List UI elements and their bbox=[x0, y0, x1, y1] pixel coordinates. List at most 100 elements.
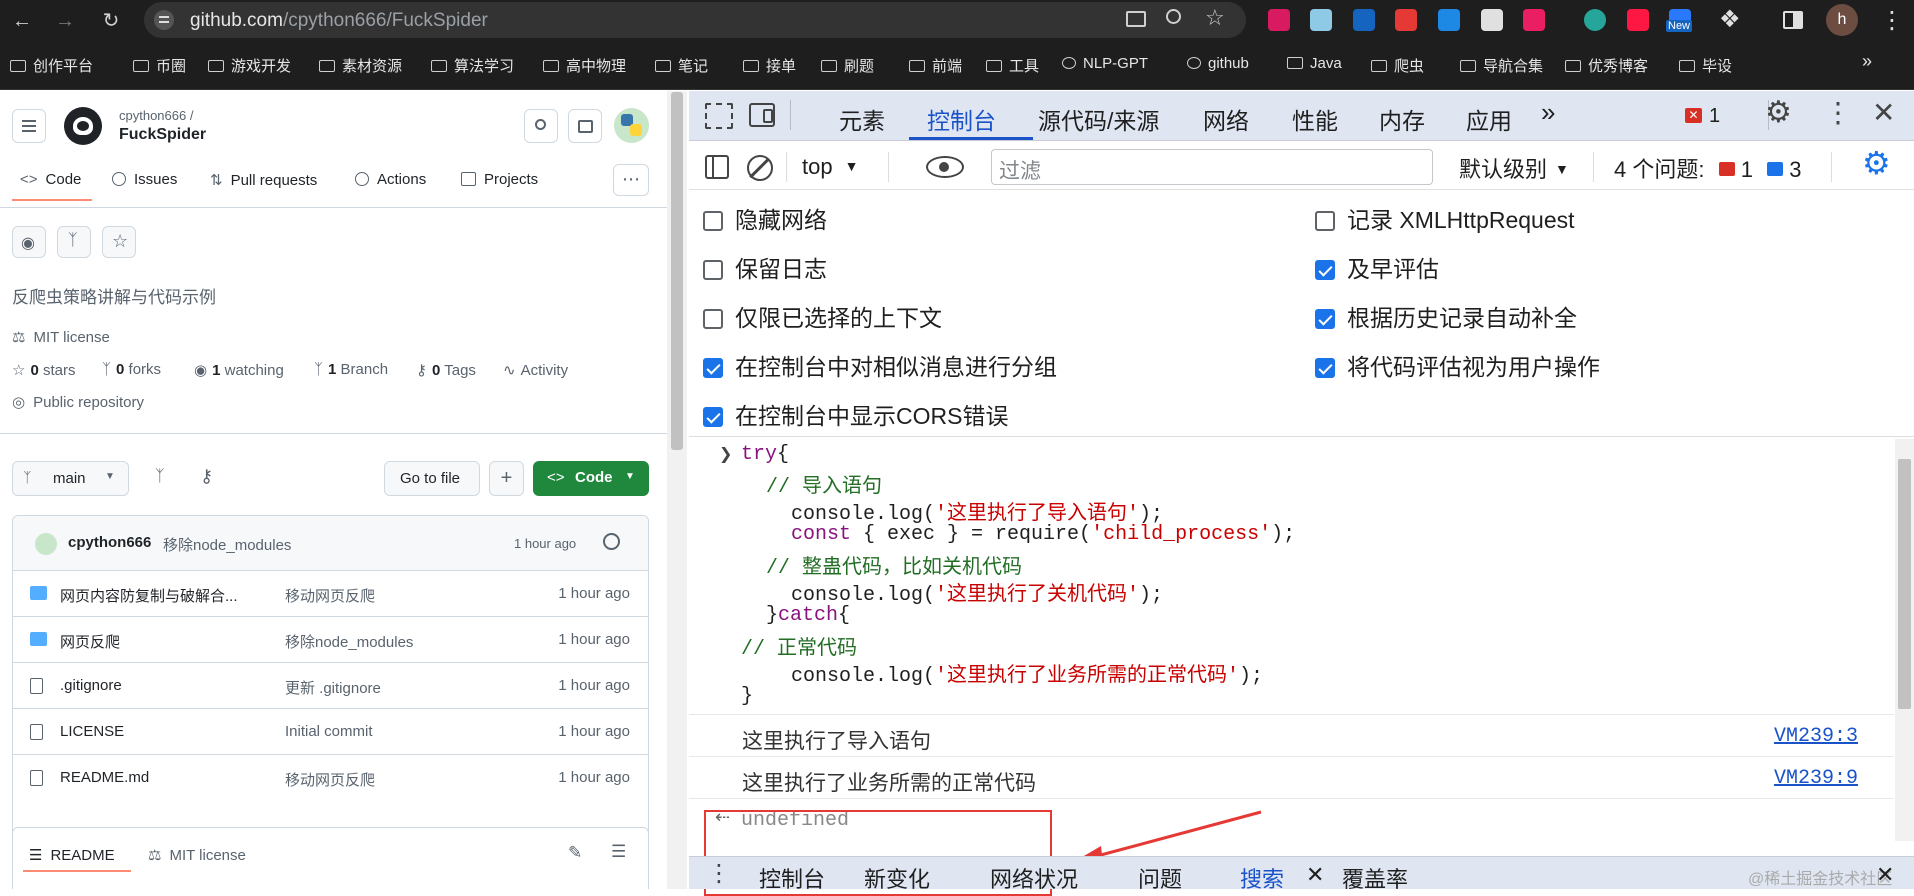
setting-selected-context-only[interactable]: 仅限已选择的上下文 bbox=[703, 299, 942, 333]
setting-hide-network[interactable]: 隐藏网络 bbox=[703, 201, 827, 235]
file-commit-message[interactable]: 移动网页反爬 bbox=[285, 585, 375, 606]
settings-gear-icon[interactable]: ⚙ bbox=[1765, 95, 1792, 130]
menu-kebab-icon[interactable]: ⋮ bbox=[1880, 6, 1904, 35]
stars-link[interactable]: ☆ 0 stars bbox=[12, 361, 75, 379]
close-devtools-icon[interactable]: ✕ bbox=[1872, 96, 1895, 129]
bookmark-link[interactable]: NLP-GPT bbox=[1062, 55, 1148, 72]
extension-icon-1[interactable] bbox=[1268, 9, 1290, 31]
bookmark-folder[interactable]: 导航合集 bbox=[1460, 55, 1543, 76]
file-commit-message[interactable]: Initial commit bbox=[285, 723, 373, 740]
context-selector[interactable]: top ▼ bbox=[802, 154, 858, 180]
drawer-tab-changes[interactable]: 新变化 bbox=[864, 862, 930, 894]
setting-treat-eval-as-user[interactable]: 将代码评估视为用户操作 bbox=[1315, 348, 1600, 382]
extension-icon-6[interactable] bbox=[1481, 9, 1503, 31]
setting-preserve-log[interactable]: 保留日志 bbox=[703, 250, 827, 284]
tab-pull-requests[interactable]: ⇅ Pull requests bbox=[210, 171, 317, 189]
bookmark-folder[interactable]: 创作平台 bbox=[10, 55, 93, 76]
setting-eager-evaluation[interactable]: 及早评估 bbox=[1315, 250, 1439, 284]
tab-issues[interactable]: Issues bbox=[112, 171, 177, 188]
checkbox[interactable] bbox=[1315, 211, 1335, 231]
fork-button[interactable]: ᛉ bbox=[57, 226, 91, 258]
tags-link[interactable]: ⚷ 0 Tags bbox=[416, 361, 476, 379]
extension-icon-5[interactable] bbox=[1438, 9, 1460, 31]
repo-name[interactable]: FuckSpider bbox=[119, 126, 206, 144]
extension-icon-7[interactable] bbox=[1523, 9, 1545, 31]
commit-message[interactable]: 移除node_modules bbox=[163, 534, 291, 555]
code-dropdown-button[interactable]: <> Code ▼ bbox=[533, 461, 649, 496]
bookmark-folder[interactable]: 前端 bbox=[909, 55, 962, 76]
tab-memory[interactable]: 内存 bbox=[1379, 102, 1425, 136]
checkbox[interactable] bbox=[703, 358, 723, 378]
extension-icon-8[interactable] bbox=[1584, 9, 1606, 31]
bookmark-folder[interactable]: 高中物理 bbox=[543, 55, 626, 76]
branches-icon[interactable]: ᛉ bbox=[155, 468, 165, 486]
inspect-element-icon[interactable] bbox=[705, 103, 733, 129]
table-row[interactable]: README.md 移动网页反爬 1 hour ago bbox=[13, 754, 648, 800]
error-count[interactable]: 1 bbox=[1709, 105, 1720, 128]
bookmark-folder[interactable]: 爬虫 bbox=[1371, 55, 1424, 76]
tab-projects[interactable]: Projects bbox=[461, 171, 538, 188]
bookmark-star-icon[interactable]: ☆ bbox=[1205, 5, 1225, 31]
back-icon[interactable]: ← bbox=[9, 8, 35, 34]
log-source-link[interactable]: VM239:3 bbox=[1774, 725, 1858, 748]
bookmark-folder[interactable]: 毕设 bbox=[1679, 55, 1732, 76]
customize-kebab-icon[interactable]: ⋮ bbox=[1824, 96, 1852, 129]
drawer-tab-issues[interactable]: 问题 bbox=[1138, 862, 1182, 894]
device-toolbar-icon[interactable] bbox=[749, 103, 775, 127]
drawer-menu-kebab-icon[interactable]: ⋮ bbox=[707, 859, 731, 888]
file-name[interactable]: .gitignore bbox=[60, 677, 122, 694]
more-bookmarks-icon[interactable]: » bbox=[1862, 51, 1872, 72]
watch-button[interactable]: ◉ bbox=[12, 226, 46, 258]
zoom-icon[interactable] bbox=[1166, 9, 1181, 24]
extensions-puzzle-icon[interactable]: ❖ bbox=[1719, 5, 1741, 34]
drawer-tab-coverage[interactable]: 覆盖率 bbox=[1342, 862, 1408, 894]
setting-group-similar[interactable]: 在控制台中对相似消息进行分组 bbox=[703, 348, 1057, 382]
tab-actions[interactable]: Actions bbox=[355, 171, 426, 188]
extension-icon-9[interactable] bbox=[1627, 9, 1649, 31]
tab-code[interactable]: <> Code bbox=[20, 171, 81, 188]
checkbox[interactable] bbox=[1315, 309, 1335, 329]
setting-log-xhr[interactable]: 记录 XMLHttpRequest bbox=[1315, 201, 1575, 235]
bookmark-folder[interactable]: Java bbox=[1287, 55, 1342, 72]
tab-console[interactable]: 控制台 bbox=[927, 102, 996, 136]
checkbox[interactable] bbox=[1315, 260, 1335, 280]
tab-network[interactable]: 网络 bbox=[1203, 102, 1249, 136]
checkbox[interactable] bbox=[703, 309, 723, 329]
site-info-icon[interactable] bbox=[154, 10, 174, 30]
checkbox[interactable] bbox=[703, 260, 723, 280]
live-expression-eye-icon[interactable] bbox=[926, 156, 964, 178]
log-level-selector[interactable]: 默认级别 ▼ bbox=[1459, 152, 1569, 184]
console-filter-input[interactable]: 过滤 bbox=[991, 149, 1433, 185]
tags-icon[interactable]: ⚷ bbox=[200, 466, 213, 487]
reload-icon[interactable]: ↻ bbox=[98, 8, 124, 34]
error-icon[interactable]: ✕ bbox=[1685, 108, 1702, 123]
forward-icon[interactable]: → bbox=[52, 8, 78, 34]
drawer-tab-search[interactable]: 搜索 bbox=[1240, 862, 1284, 894]
console-scrollbar[interactable] bbox=[1895, 439, 1914, 841]
extension-icon-3[interactable] bbox=[1353, 9, 1375, 31]
close-search-tab-icon[interactable]: ✕ bbox=[1306, 862, 1324, 888]
activity-link[interactable]: ∿ Activity bbox=[503, 361, 568, 379]
file-name[interactable]: 网页反爬 bbox=[60, 631, 120, 652]
github-logo-icon[interactable] bbox=[64, 107, 102, 145]
bookmark-folder[interactable]: 接单 bbox=[743, 55, 796, 76]
bookmark-folder[interactable]: 刷题 bbox=[821, 55, 874, 76]
license-link[interactable]: ⚖ MIT license bbox=[12, 328, 110, 346]
file-commit-message[interactable]: 移动网页反爬 bbox=[285, 769, 375, 790]
log-source-link[interactable]: VM239:9 bbox=[1774, 767, 1858, 790]
table-row[interactable]: .gitignore 更新 .gitignore 1 hour ago bbox=[13, 662, 648, 708]
table-row[interactable]: 网页反爬 移除node_modules 1 hour ago bbox=[13, 616, 648, 662]
address-bar[interactable]: github.com/cpython666/FuckSpider ☆ bbox=[144, 2, 1246, 38]
forks-link[interactable]: ᛉ0 forks bbox=[102, 361, 161, 378]
star-button[interactable]: ☆ bbox=[102, 226, 136, 258]
outline-list-icon[interactable]: ☰ bbox=[611, 842, 626, 862]
tab-performance[interactable]: 性能 bbox=[1292, 102, 1338, 136]
file-commit-message[interactable]: 更新 .gitignore bbox=[285, 677, 381, 698]
tab-elements[interactable]: 元素 bbox=[839, 102, 885, 136]
user-avatar[interactable] bbox=[614, 108, 649, 143]
bookmark-folder[interactable]: 素材资源 bbox=[319, 55, 402, 76]
checkbox[interactable] bbox=[1315, 358, 1335, 378]
page-scrollbar-thumb[interactable] bbox=[671, 92, 683, 450]
tab-sources[interactable]: 源代码/来源 bbox=[1038, 102, 1159, 136]
tab-license[interactable]: ⚖ MIT license bbox=[148, 846, 246, 864]
